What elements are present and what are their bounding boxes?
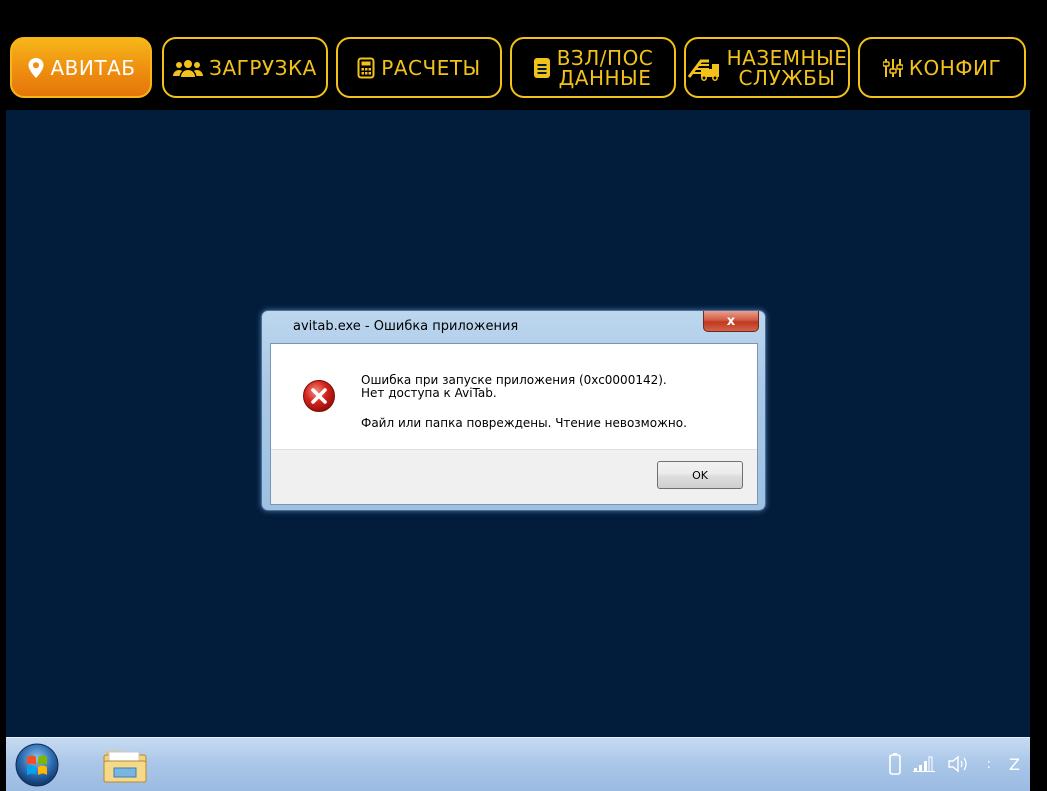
dialog-footer: OK (271, 449, 757, 504)
sliders-icon (882, 58, 903, 77)
tab-raschety[interactable]: РАСЧЕТЫ (336, 37, 502, 98)
calculator-icon (357, 57, 375, 78)
close-button[interactable]: x (703, 311, 759, 332)
tab-label: ВЗЛ/ПОС ДАННЫЕ (557, 48, 654, 88)
clock[interactable]: Z (1009, 755, 1020, 774)
ok-button-label: OK (692, 468, 708, 482)
tab-label-line2: ДАННЫЕ (558, 65, 652, 90)
taskbar: : Z (6, 737, 1030, 791)
stairs-truck-icon (687, 59, 719, 81)
location-pin-icon (28, 57, 43, 78)
users-icon (173, 59, 204, 77)
dialog-title: avitab.exe - Ошибка приложения (293, 319, 519, 334)
file-explorer-icon[interactable] (102, 748, 148, 784)
dialog-body: Ошибка при запуске приложения (0xc000014… (270, 343, 758, 505)
volume-icon[interactable] (947, 755, 969, 773)
tray-separator: : (986, 756, 992, 772)
tab-label: АВИТАБ (50, 55, 136, 80)
windows-start-icon[interactable] (14, 742, 60, 788)
error-icon (303, 380, 335, 412)
error-dialog: avitab.exe - Ошибка приложения x Ошибка … (261, 310, 766, 511)
message-line: Файл или папка повреждены. Чтение невозм… (361, 416, 687, 430)
ok-button[interactable]: OK (657, 461, 743, 489)
signal-icon[interactable] (912, 756, 935, 772)
error-message: Ошибка при запуске приложения (0xc000014… (361, 374, 667, 400)
tab-label: РАСЧЕТЫ (381, 55, 481, 80)
battery-icon[interactable] (888, 753, 901, 775)
system-tray: : Z (888, 753, 1020, 775)
tab-label-line2: СЛУЖБЫ (738, 65, 836, 90)
message-line: Нет доступа к AviTab. (361, 386, 497, 400)
tab-avitab[interactable]: АВИТАБ (10, 37, 152, 98)
close-icon: x (726, 313, 736, 329)
tab-config[interactable]: КОНФИГ (858, 37, 1026, 98)
tab-label: НАЗЕМНЫЕ СЛУЖБЫ (727, 48, 848, 88)
tab-ground-services[interactable]: НАЗЕМНЫЕ СЛУЖБЫ (684, 37, 850, 98)
tab-bar: АВИТАБ ЗАГРУЗКА РАСЧЕТЫ ВЗЛ/ПОС ДАННЫЕ Н… (0, 0, 1047, 110)
tab-zagruzka[interactable]: ЗАГРУЗКА (162, 37, 328, 98)
tab-label: ЗАГРУЗКА (209, 55, 317, 80)
document-icon (533, 57, 550, 78)
tab-label: КОНФИГ (908, 55, 1002, 80)
tab-takeoff-landing-data[interactable]: ВЗЛ/ПОС ДАННЫЕ (510, 37, 676, 98)
